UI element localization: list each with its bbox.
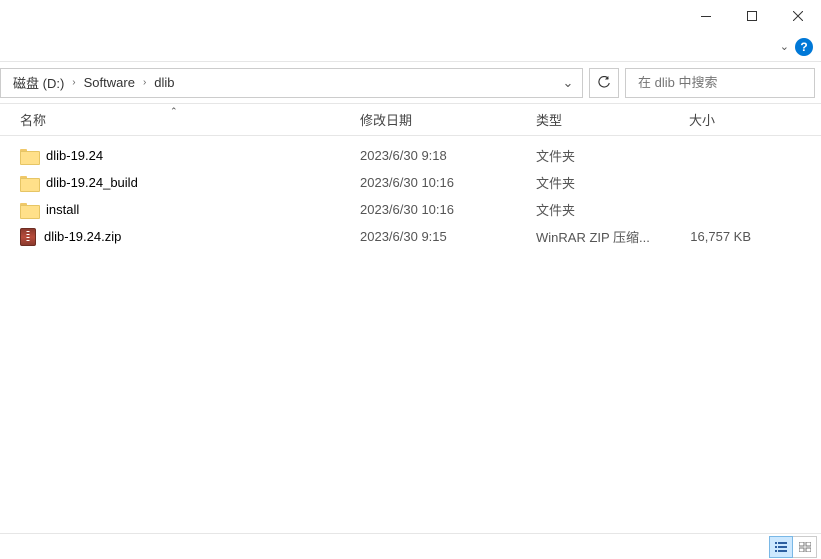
cell-name: dlib-19.24 [20,148,360,163]
refresh-button[interactable] [589,68,619,98]
cell-type: WinRAR ZIP 压缩... [536,227,689,246]
close-button[interactable] [775,0,821,32]
table-row[interactable]: dlib-19.24 2023/6/30 9:18文件夹 [0,142,821,169]
cell-name: dlib-19.24.zip [20,228,360,246]
table-row[interactable]: dlib-19.24_build 2023/6/30 10:16文件夹 [0,169,821,196]
file-name: install [46,202,79,217]
status-bar [0,533,821,559]
chevron-down-icon[interactable]: ⌄ [780,40,789,53]
file-name: dlib-19.24 [46,148,103,163]
cell-type: 文件夹 [536,173,689,192]
help-label: ? [800,40,807,54]
breadcrumb[interactable]: 磁盘 (D:) › Software › dlib ⌄ [0,68,583,98]
col-header-size[interactable]: 大小 [689,110,821,129]
column-headers: 名称 ⌃ 修改日期 类型 大小 [0,104,821,136]
breadcrumb-seg-2[interactable]: dlib [150,75,178,90]
view-icons-button[interactable] [793,536,817,558]
cell-date: 2023/6/30 10:16 [360,202,536,217]
folder-icon [20,149,38,163]
search-box[interactable] [625,68,815,98]
breadcrumb-dropdown-icon[interactable]: ⌄ [556,75,580,91]
chevron-right-icon[interactable]: › [139,77,150,88]
search-input[interactable] [638,75,814,90]
breadcrumb-seg-0[interactable]: 磁盘 (D:) [9,73,68,92]
cell-name: install [20,202,360,217]
col-header-name[interactable]: 名称 ⌃ [20,110,360,129]
table-row[interactable]: install 2023/6/30 10:16文件夹 [0,196,821,223]
column-label: 名称 [20,113,46,128]
col-header-date[interactable]: 修改日期 [360,110,536,129]
cell-type: 文件夹 [536,146,689,165]
ribbon-collapse-bar: ⌄ ? [0,32,821,62]
minimize-button[interactable] [683,0,729,32]
sort-indicator-icon: ⌃ [170,106,178,117]
file-name: dlib-19.24.zip [44,229,121,244]
cell-size: 16,757 KB [689,229,821,244]
zip-icon [20,228,36,246]
table-row[interactable]: dlib-19.24.zip 2023/6/30 9:15WinRAR ZIP 压… [0,223,821,250]
file-list: dlib-19.242023/6/30 9:18文件夹dlib-19.24_bu… [0,136,821,256]
breadcrumb-seg-1[interactable]: Software [80,75,139,90]
folder-icon [20,176,38,190]
col-header-type[interactable]: 类型 [536,110,689,129]
cell-date: 2023/6/30 9:18 [360,148,536,163]
cell-date: 2023/6/30 10:16 [360,175,536,190]
cell-type: 文件夹 [536,200,689,219]
help-icon[interactable]: ? [795,38,813,56]
chevron-right-icon[interactable]: › [68,77,79,88]
maximize-button[interactable] [729,0,775,32]
address-bar: 磁盘 (D:) › Software › dlib ⌄ [0,62,821,104]
view-details-button[interactable] [769,536,793,558]
file-name: dlib-19.24_build [46,175,138,190]
cell-date: 2023/6/30 9:15 [360,229,536,244]
titlebar [0,0,821,32]
cell-name: dlib-19.24_build [20,175,360,190]
folder-icon [20,203,38,217]
